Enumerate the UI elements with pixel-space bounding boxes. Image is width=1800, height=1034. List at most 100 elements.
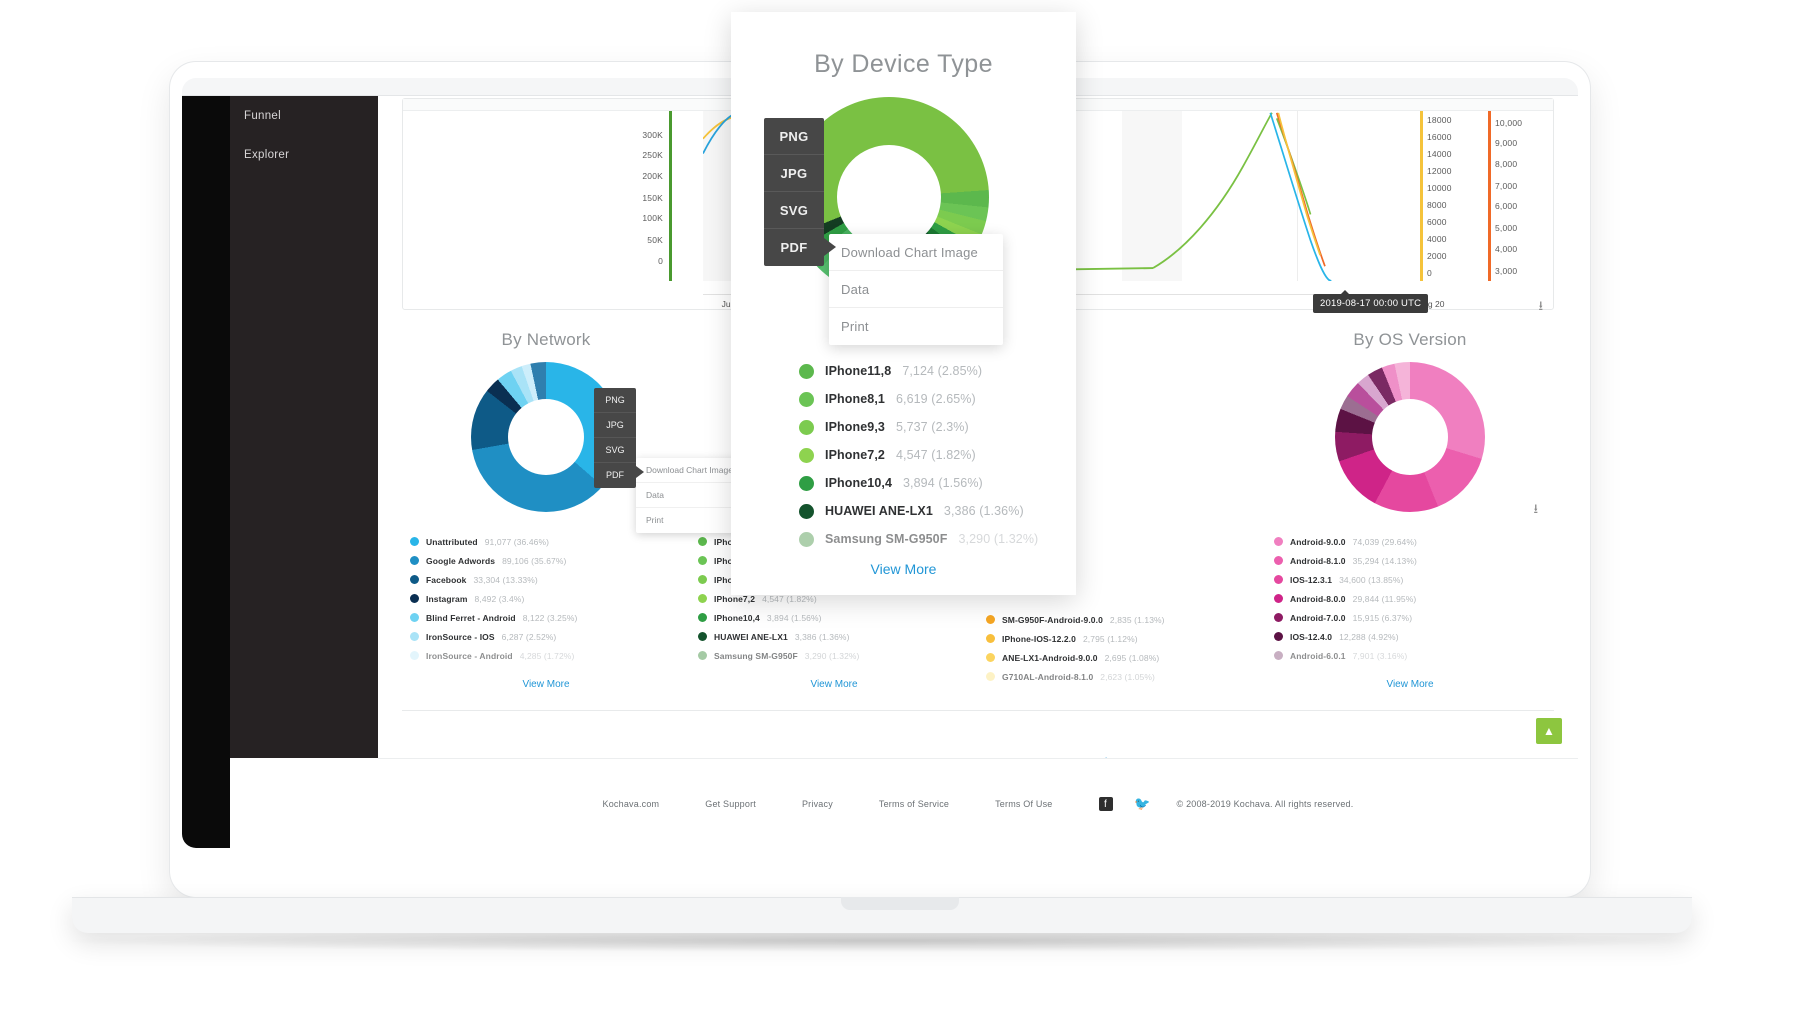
list-item[interactable]: IPhone9,3 5,737 (2.3%) [799,413,1066,441]
list-item[interactable]: Facebook 33,304 (13.33%) [410,570,690,589]
axis-tick: 0 [1427,267,1432,278]
menu-item-download-chart-image[interactable]: Download Chart Image [829,234,1003,271]
list-item[interactable]: IronSource - Android 4,285 (1.72%) [410,646,690,665]
twitter-icon[interactable]: 🐦 [1134,796,1150,811]
list-item[interactable]: IOS-12.4.0 12,288 (4.92%) [1274,627,1554,646]
scroll-to-top-button[interactable]: ▲ [1536,718,1562,744]
legend-value: 4,547 (1.82%) [895,448,976,462]
axis-yellow-labels: 18000 16000 14000 12000 10000 8000 6000 … [1427,111,1471,281]
list-item[interactable]: IPhone11,8 7,124 (2.85%) [799,357,1066,385]
axis-orange-labels: 10,000 9,000 8,000 7,000 6,000 5,000 4,0… [1495,111,1543,281]
axis-tick: 6000 [1427,216,1447,227]
list-item[interactable]: SM-G950F-Android-9.0.0 2,835 (1.13%) [986,610,1266,629]
legend-value: 7,901 (3.16%) [1352,650,1408,661]
list-item[interactable]: ANE-LX1-Android-9.0.0 2,695 (1.08%) [986,648,1266,667]
axis-tick: 10,000 [1495,117,1523,128]
list-item[interactable]: Google Adwords 89,106 (35.67%) [410,551,690,570]
export-format-svg[interactable]: SVG [764,192,824,229]
export-format-png[interactable]: PNG [764,118,824,155]
legend-swatch [986,672,995,681]
list-item[interactable]: Android-8.1.0 35,294 (14.13%) [1274,551,1554,570]
list-item[interactable]: G710AL-Android-8.1.0 2,623 (1.05%) [986,667,1266,686]
axis-tick: 300K [642,129,663,140]
list-item[interactable]: IPhone7,2 4,547 (1.82%) [799,441,1066,469]
list-item[interactable]: IOS-12.3.1 34,600 (13.85%) [1274,570,1554,589]
menu-item-print[interactable]: Print [829,308,1003,345]
sidebar-item-funnel[interactable]: Funnel [230,106,378,126]
list-item[interactable]: Samsung SM-G950F 3,290 (1.32%) [698,646,978,665]
legend-list: IPhone11,8 7,124 (2.85%) IPhone8,1 6,619 (… [799,357,1066,553]
export-format-jpg[interactable]: JPG [764,155,824,192]
list-item[interactable]: Unattributed 91,077 (36.46%) [410,532,690,551]
list-item[interactable]: Android-8.0.0 29,844 (11.95%) [1274,589,1554,608]
legend-value: 74,039 (29.64%) [1352,536,1417,547]
list-item[interactable]: Samsung SM-G950F 3,290 (1.32%) [799,525,1066,553]
axis-green-labels: 300K 250K 200K 150K 100K 50K 0 [609,111,663,281]
download-icon[interactable]: ⭳ [1538,297,1543,319]
download-icon[interactable]: ⭳ [1533,500,1538,522]
list-item[interactable]: IronSource - IOS 6,287 (2.52%) [410,627,690,646]
list-item[interactable]: HUAWEI ANE-LX1 3,386 (1.36%) [799,497,1066,525]
footer-link-privacy[interactable]: Privacy [802,799,833,809]
view-more-link[interactable]: View More [731,561,1076,577]
export-format-svg[interactable]: SVG [594,438,636,463]
list-item[interactable]: Android-6.0.1 7,901 (3.16%) [1274,646,1554,665]
list-item[interactable]: Blind Ferret - Android 8,122 (3.25%) [410,608,690,627]
export-format-menu[interactable]: PNG JPG SVG PDF [764,118,824,266]
export-format-jpg[interactable]: JPG [594,413,636,438]
sidebar-item-label: Funnel [244,110,281,122]
axis-green [669,111,672,281]
export-context-menu[interactable]: Download Chart Image Data Print [829,234,1003,345]
view-more-link[interactable]: View More [690,679,978,690]
axis-yellow [1420,111,1423,281]
footer-link-kochava[interactable]: Kochava.com [603,799,660,809]
menu-item-data[interactable]: Data [829,271,1003,308]
footer-link-get-support[interactable]: Get Support [705,799,756,809]
legend-swatch [799,531,814,547]
legend-swatch [698,537,707,546]
list-item[interactable]: Android-7.0.0 15,915 (6.37%) [1274,608,1554,627]
legend-label: IOS-12.3.1 [1290,574,1333,585]
facebook-icon[interactable]: f [1098,797,1113,811]
card-by-os-version: By OS Version ⭳ Android-9.0.0 74,039 (29.… [1266,324,1554,704]
legend-label: IPhone8,1 [825,392,885,406]
legend-value: 3,386 (1.36%) [943,504,1024,518]
legend-swatch [1274,632,1283,641]
footer-link-terms-of-service[interactable]: Terms of Service [879,799,949,809]
view-more-link[interactable]: View More [402,679,690,690]
axis-tick: 3,000 [1495,265,1518,276]
series-green-rise [1152,112,1273,269]
list-item[interactable]: Instagram 8,492 (3.4%) [410,589,690,608]
legend-swatch [1274,613,1283,622]
legend-label: IPhone10,4 [714,612,760,623]
export-format-png[interactable]: PNG [594,388,636,413]
legend-label: Unattributed [426,536,478,547]
list-item[interactable]: IPhone-IOS-12.2.0 2,795 (1.12%) [986,629,1266,648]
legend-swatch [799,447,814,463]
view-more-link[interactable]: View More [1266,679,1554,690]
export-format-menu[interactable]: PNG JPG SVG PDF [594,388,636,488]
legend-swatch [410,632,419,641]
legend-swatch [410,651,419,660]
legend-label: IPhone11,8 [825,364,892,378]
axis-orange [1488,111,1491,281]
list-item[interactable]: HUAWEI ANE-LX1 3,386 (1.36%) [698,627,978,646]
legend-value: 7,124 (2.85%) [902,364,983,378]
list-item[interactable]: IPhone10,4 3,894 (1.56%) [698,608,978,627]
footer-link-terms-of-use[interactable]: Terms Of Use [995,799,1052,809]
legend-swatch [986,653,995,662]
legend-value: 33,304 (13.33%) [473,574,538,585]
list-item[interactable]: IPhone10,4 3,894 (1.56%) [799,469,1066,497]
axis-tick: 100K [642,213,663,224]
sidebar-item-explorer[interactable]: Explorer [230,145,378,165]
axis-tick: 0 [658,255,663,266]
list-item[interactable]: IPhone8,1 6,619 (2.65%) [799,385,1066,413]
laptop-shadow [72,930,1692,952]
legend-value: 8,122 (3.25%) [522,612,578,623]
legend-swatch [1274,556,1283,565]
export-format-pdf[interactable]: PDF [764,229,824,266]
legend-label: Android-7.0.0 [1290,612,1346,623]
export-format-pdf[interactable]: PDF [594,463,636,488]
legend-label: Samsung SM-G950F [714,650,798,661]
list-item[interactable]: Android-9.0.0 74,039 (29.64%) [1274,532,1554,551]
